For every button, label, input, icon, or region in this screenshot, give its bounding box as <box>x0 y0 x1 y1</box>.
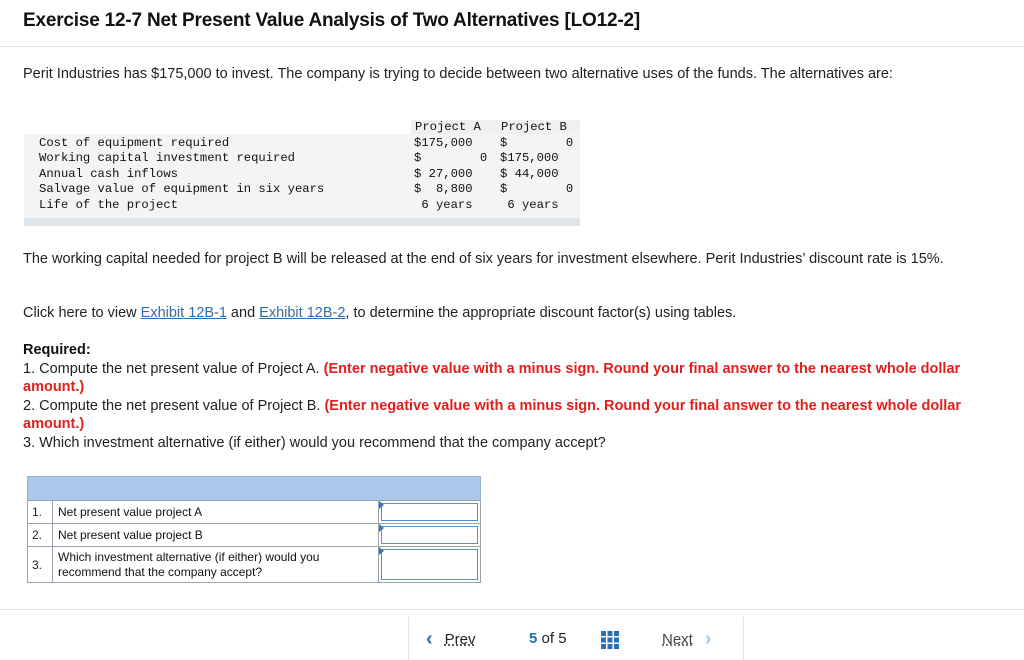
row-value-b: $ 0 <box>500 182 574 196</box>
next-label: Next <box>662 630 693 648</box>
answer-row-number: 3. <box>27 546 53 583</box>
row-value-a: $ 8,800 <box>414 182 473 196</box>
click-middle: and <box>226 305 260 321</box>
recommendation-input[interactable] <box>381 549 478 580</box>
answer-row-number: 2. <box>27 523 53 547</box>
page-title: Exercise 12-7 Net Present Value Analysis… <box>23 10 640 31</box>
input-marker-icon <box>379 547 384 555</box>
row-value-b: $ 44,000 <box>500 167 559 181</box>
required-item-3: 3. Which investment alternative (if eith… <box>23 434 973 453</box>
answer-row-1: 1. Net present value project A <box>27 500 481 524</box>
table-row: Annual cash inflows $ 27,000 $ 44,000 <box>24 167 580 182</box>
table-row: Salvage value of equipment in six years … <box>24 182 580 197</box>
npv-project-b-cell <box>378 523 481 547</box>
intro-paragraph: Perit Industries has $175,000 to invest.… <box>23 66 893 82</box>
table-row: Working capital investment required $ 0 … <box>24 151 580 166</box>
row-value-a: $175,000 <box>414 136 473 150</box>
npv-project-a-cell <box>378 500 481 524</box>
row-value-b: $ 0 <box>500 136 574 150</box>
input-marker-icon <box>379 524 384 532</box>
working-capital-paragraph: The working capital needed for project B… <box>23 251 944 267</box>
row-value-a: $ 27,000 <box>414 167 473 181</box>
next-button[interactable]: Next › <box>662 628 712 650</box>
row-label: Salvage value of equipment in six years <box>39 182 325 196</box>
grid-icon[interactable] <box>600 630 620 650</box>
table-row: Cost of equipment required $175,000 $ 0 <box>24 136 580 151</box>
answer-row-label: Net present value project A <box>52 500 379 524</box>
required-item-1: 1. Compute the net present value of Proj… <box>23 360 973 397</box>
required-item-text: 1. Compute the net present value of Proj… <box>23 360 324 377</box>
chevron-right-icon: › <box>704 628 712 650</box>
required-heading: Required: <box>23 342 91 358</box>
answer-row-label: Which investment alternative (if either)… <box>52 546 379 583</box>
row-value-b: $175,000 <box>500 151 559 165</box>
row-label: Working capital investment required <box>39 151 295 165</box>
required-item-text: 2. Compute the net present value of Proj… <box>23 397 325 414</box>
header-project-b: Project B <box>501 120 567 134</box>
npv-project-a-input[interactable] <box>381 503 478 521</box>
current-page: 5 <box>529 630 538 647</box>
answer-row-3: 3. Which investment alternative (if eith… <box>27 546 481 583</box>
exhibit-12b-2-link[interactable]: Exhibit 12B-2 <box>259 305 345 321</box>
click-suffix: , to determine the appropriate discount … <box>345 305 737 321</box>
row-value-a: 6 years <box>414 198 473 212</box>
row-label: Annual cash inflows <box>39 167 178 181</box>
prev-button[interactable]: ‹ Prev <box>426 628 476 650</box>
required-item-2: 2. Compute the net present value of Proj… <box>23 397 973 434</box>
row-label: Life of the project <box>39 198 178 212</box>
header-project-a: Project A <box>415 120 481 134</box>
chevron-left-icon: ‹ <box>426 628 433 650</box>
answer-row-label: Net present value project B <box>52 523 379 547</box>
recommendation-cell <box>378 546 481 583</box>
page-total: of 5 <box>541 630 567 647</box>
prev-label: Prev <box>444 630 476 648</box>
exhibit-instruction: Click here to view Exhibit 12B-1 and Exh… <box>23 304 983 322</box>
click-prefix: Click here to view <box>23 305 141 321</box>
required-section: Required: 1. Compute the net present val… <box>23 341 973 452</box>
table-bottom-band <box>24 218 580 226</box>
answer-row-2: 2. Net present value project B <box>27 523 481 547</box>
answer-row-number: 1. <box>27 500 53 524</box>
table-row: Life of the project 6 years 6 years <box>24 198 580 213</box>
footer-divider <box>0 609 1024 610</box>
row-label: Cost of equipment required <box>39 136 230 150</box>
row-value-a: $ 0 <box>414 151 488 165</box>
exhibit-12b-1-link[interactable]: Exhibit 12B-1 <box>141 305 227 321</box>
npv-project-b-input[interactable] <box>381 526 478 544</box>
alternatives-table: Project A Project B Cost of equipment re… <box>24 120 580 227</box>
row-value-b: 6 years <box>500 198 559 212</box>
required-item-text: 3. Which investment alternative (if eith… <box>23 434 606 451</box>
page-indicator: 5 of 5 <box>529 630 567 647</box>
title-divider <box>0 46 1024 47</box>
input-marker-icon <box>379 501 384 509</box>
answer-table-header <box>27 476 481 501</box>
